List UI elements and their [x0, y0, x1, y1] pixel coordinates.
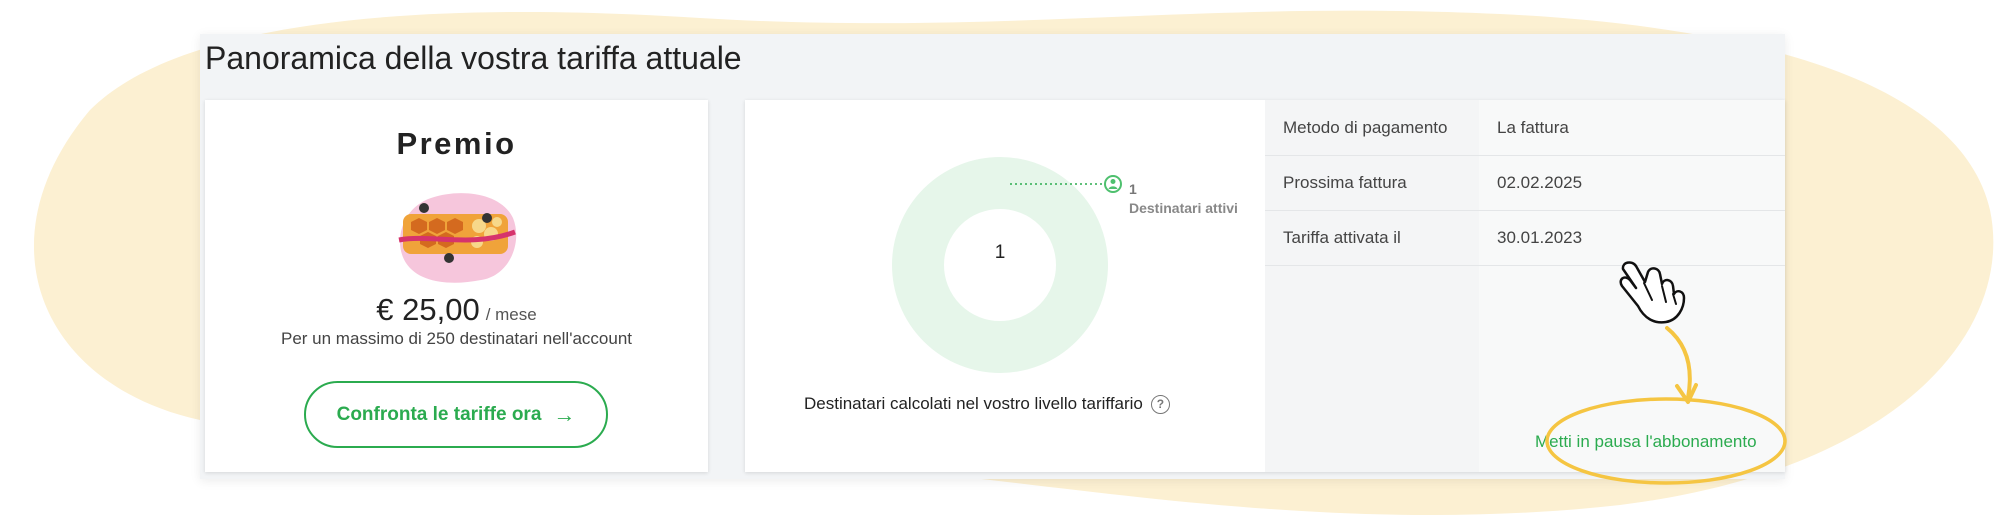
- recipients-donut-area: 1 Destinatari attivi 1 Destinatari calco…: [745, 100, 1265, 472]
- detail-label: Tariffa attivata il: [1283, 228, 1401, 247]
- plan-card: Premio € 25,00 / mese Per un massimo di 2…: [205, 100, 708, 472]
- price-line: € 25,00 / mese: [205, 292, 708, 328]
- detail-row-activation-date: Tariffa attivata il 30.01.2023: [1265, 210, 1785, 266]
- recipients-caption: Destinatari calcolati nel vostro livello…: [804, 394, 1170, 414]
- detail-label: Prossima fattura: [1283, 173, 1407, 192]
- recipients-card: 1 Destinatari attivi 1 Destinatari calco…: [745, 100, 1785, 472]
- detail-value: La fattura: [1497, 118, 1569, 137]
- page-title: Panoramica della vostra tariffa attuale: [205, 40, 742, 76]
- pause-subscription-link[interactable]: Metti in pausa l'abbonamento: [1535, 432, 1757, 452]
- legend-count: 1: [1129, 181, 1137, 197]
- detail-value: 30.01.2023: [1497, 228, 1583, 247]
- recipients-donut-chart: [892, 157, 1122, 373]
- plan-price: € 25,00: [376, 292, 480, 327]
- recipient-limit: Per un massimo di 250 destinatari nell'a…: [281, 329, 632, 348]
- bee-honeycomb-illustration: [398, 193, 517, 283]
- help-icon[interactable]: ?: [1150, 394, 1170, 414]
- plan-period: / mese: [485, 305, 537, 324]
- detail-value: 02.02.2025: [1497, 173, 1583, 192]
- legend-label: Destinatari attivi: [1129, 200, 1238, 216]
- arrow-right-icon: →: [553, 401, 576, 427]
- detail-row-next-invoice: Prossima fattura 02.02.2025: [1265, 155, 1785, 211]
- donut-center-value: 1: [994, 242, 1006, 263]
- detail-row-payment-method: Metodo di pagamento La fattura: [1265, 100, 1785, 156]
- compare-tariffs-button[interactable]: Confronta le tariffe ora →: [304, 381, 608, 448]
- donut-ring: [892, 157, 1108, 373]
- tariff-overview-panel: Panoramica della vostra tariffa attuale …: [200, 34, 1785, 479]
- subscription-details-table: Metodo di pagamento La fattura Prossima …: [1265, 100, 1785, 472]
- compare-tariffs-label: Confronta le tariffe ora: [336, 403, 542, 425]
- caption-text: Destinatari calcolati nel vostro livello…: [804, 394, 1143, 413]
- plan-name: Premio: [396, 126, 517, 161]
- detail-label: Metodo di pagamento: [1283, 118, 1448, 137]
